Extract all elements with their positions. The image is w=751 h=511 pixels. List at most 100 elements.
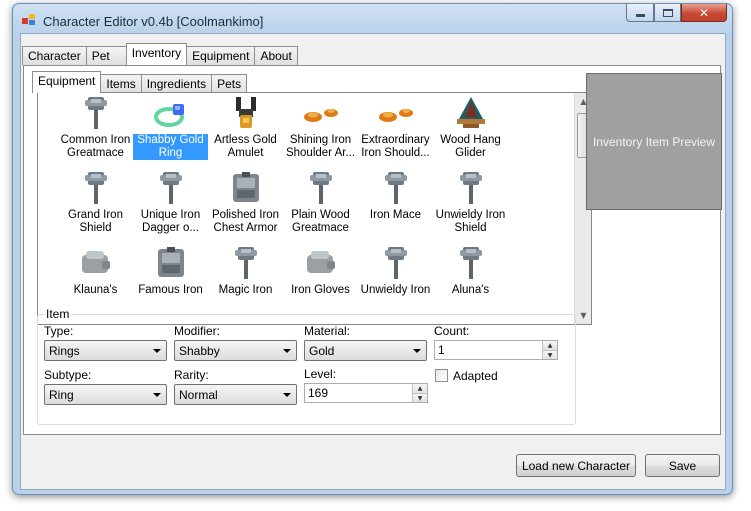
chevron-down-icon xyxy=(153,393,161,397)
rarity-value: Normal xyxy=(179,388,218,402)
minimize-button[interactable] xyxy=(626,4,654,22)
list-item-label: Common Iron Greatmace xyxy=(60,134,131,159)
chevron-down-icon xyxy=(283,393,291,397)
list-item[interactable]: Plain Wood Greatmace xyxy=(283,170,358,235)
chest-armor-icon xyxy=(226,170,266,206)
type-label: Type: xyxy=(44,324,74,338)
mace-icon xyxy=(451,170,491,206)
title-bar[interactable]: Character Editor v0.4b [Coolmankimo] ✕ xyxy=(13,4,732,32)
list-item-label: Grand Iron Shield xyxy=(68,209,123,234)
list-item-label: Extraordinary Iron Should... xyxy=(361,134,430,159)
scroll-down-icon[interactable]: ▼ xyxy=(575,307,591,324)
spin-down-icon[interactable]: ▼ xyxy=(412,393,427,402)
tab-equipment[interactable]: Equipment xyxy=(186,46,256,65)
inventory-item-preview: Inventory Item Preview xyxy=(586,73,722,210)
list-item-label: Shining Iron Shoulder Ar... xyxy=(285,134,356,159)
list-item[interactable]: Artless Gold Amulet xyxy=(208,95,283,160)
count-stepper[interactable]: 1 ▲ ▼ xyxy=(434,340,558,360)
mace-icon xyxy=(301,170,341,206)
list-item-label: Plain Wood Greatmace xyxy=(291,209,350,234)
subtype-label: Subtype: xyxy=(44,368,92,382)
adapted-label[interactable]: Adapted xyxy=(453,369,498,383)
inventory-item-list[interactable]: Common Iron Greatmace Shabby Gold Ring Art… xyxy=(37,92,592,325)
list-item[interactable]: Shabby Gold Ring xyxy=(133,95,208,160)
chevron-down-icon xyxy=(283,349,291,353)
tab-inventory[interactable]: Inventory xyxy=(125,43,188,65)
subtab-equipment[interactable]: Equipment xyxy=(32,71,102,93)
maximize-icon xyxy=(662,8,673,17)
list-item-label: Magic Iron xyxy=(218,284,273,296)
list-item-label: Unwieldy Iron xyxy=(360,284,431,296)
list-item[interactable]: Klauna's xyxy=(58,245,133,297)
subtype-value: Ring xyxy=(49,388,74,402)
gloves-icon xyxy=(301,245,341,281)
list-item-label: Klauna's xyxy=(73,284,118,296)
client-area: Character Pet Inventory Equipment About … xyxy=(20,33,726,490)
list-item[interactable]: Aluna's xyxy=(433,245,508,297)
material-label: Material: xyxy=(304,324,351,338)
list-item[interactable]: Common Iron Greatmace xyxy=(58,95,133,160)
mace-icon xyxy=(151,170,191,206)
list-item[interactable]: Famous Iron xyxy=(133,245,208,297)
sub-tab-strip: Equipment Items Ingredients Pets xyxy=(32,71,248,93)
list-item[interactable]: Polished Iron Chest Armor xyxy=(208,170,283,235)
subtab-items[interactable]: Items xyxy=(100,74,142,93)
list-item[interactable]: Unwieldy Iron Shield xyxy=(433,170,508,235)
subtype-select[interactable]: Ring xyxy=(44,384,167,405)
material-value: Gold xyxy=(309,344,335,358)
type-select[interactable]: Rings xyxy=(44,340,167,361)
tab-character[interactable]: Character xyxy=(22,46,87,65)
preview-text: Inventory Item Preview xyxy=(592,134,716,149)
list-item[interactable]: Iron Gloves xyxy=(283,245,358,297)
list-item[interactable]: Unwieldy Iron xyxy=(358,245,433,297)
rarity-label: Rarity: xyxy=(174,368,209,382)
list-item[interactable]: Extraordinary Iron Should... xyxy=(358,95,433,160)
save-button[interactable]: Save xyxy=(645,454,720,477)
list-item[interactable]: Iron Mace xyxy=(358,170,433,222)
minimize-icon xyxy=(635,14,645,17)
mace-icon xyxy=(376,245,416,281)
list-item[interactable]: Shining Iron Shoulder Ar... xyxy=(283,95,358,160)
spin-down-icon[interactable]: ▼ xyxy=(542,350,557,359)
list-item-label: Unwieldy Iron Shield xyxy=(435,209,506,234)
mace-icon xyxy=(76,170,116,206)
count-label: Count: xyxy=(434,324,470,338)
window-title: Character Editor v0.4b [Coolmankimo] xyxy=(43,14,264,29)
list-item-label: Iron Mace xyxy=(369,209,422,221)
list-item[interactable]: Unique Iron Dagger o... xyxy=(133,170,208,235)
maximize-button[interactable] xyxy=(654,4,681,22)
adapted-checkbox[interactable] xyxy=(435,369,448,382)
ring-icon xyxy=(151,95,191,131)
tab-pet[interactable]: Pet xyxy=(85,46,127,65)
modifier-value: Shabby xyxy=(179,344,220,358)
spin-up-icon[interactable]: ▲ xyxy=(412,384,427,393)
list-item[interactable]: Magic Iron xyxy=(208,245,283,297)
level-stepper[interactable]: 169 ▲ ▼ xyxy=(304,383,428,403)
list-item[interactable]: Wood Hang Glider xyxy=(433,95,508,160)
app-icon xyxy=(22,14,35,25)
list-item-label: Famous Iron xyxy=(138,284,203,296)
spin-up-icon[interactable]: ▲ xyxy=(542,341,557,350)
list-item-label: Shabby Gold Ring xyxy=(133,134,208,160)
close-icon: ✕ xyxy=(698,5,710,20)
load-new-character-button[interactable]: Load new Character xyxy=(516,454,636,477)
main-tab-strip: Character Pet Inventory Equipment About xyxy=(22,43,298,65)
tab-about[interactable]: About xyxy=(254,46,298,65)
shoulder-armor-icon xyxy=(301,95,341,131)
material-select[interactable]: Gold xyxy=(304,340,427,361)
subtab-pets[interactable]: Pets xyxy=(211,74,248,93)
chest-armor-icon xyxy=(151,245,191,281)
subtab-ingredients[interactable]: Ingredients xyxy=(140,74,213,93)
mace-icon xyxy=(376,170,416,206)
item-properties-group: Item Type: Rings Modifier: Shabby Materi… xyxy=(37,307,576,425)
mace-icon xyxy=(76,95,116,131)
amulet-icon xyxy=(226,95,266,131)
list-item-label: Wood Hang Glider xyxy=(440,134,501,159)
close-button[interactable]: ✕ xyxy=(681,4,727,22)
list-item[interactable]: Grand Iron Shield xyxy=(58,170,133,235)
mace-icon xyxy=(226,245,266,281)
modifier-select[interactable]: Shabby xyxy=(174,340,297,361)
gloves-icon xyxy=(76,245,116,281)
rarity-select[interactable]: Normal xyxy=(174,384,297,405)
chevron-down-icon xyxy=(153,349,161,353)
